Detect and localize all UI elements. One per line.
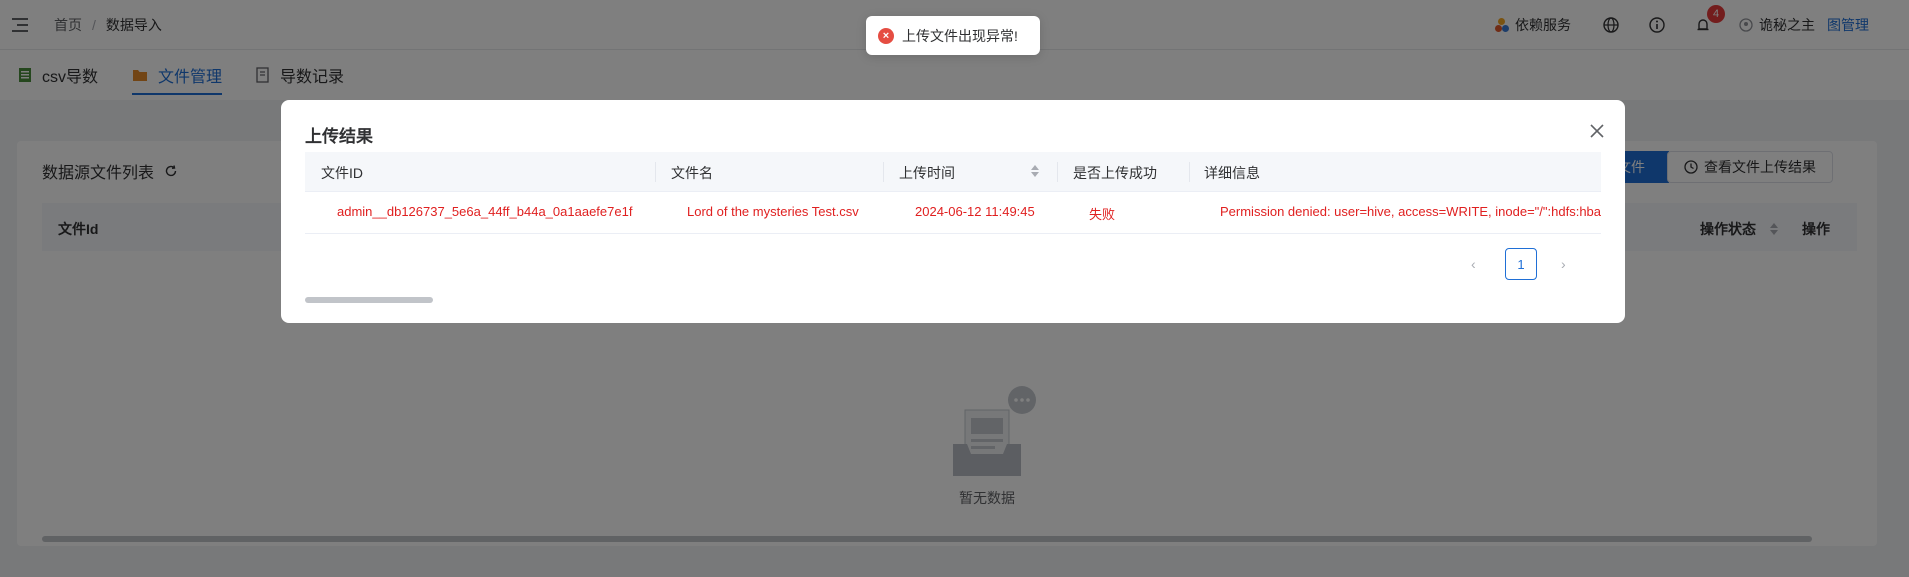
close-icon[interactable]: [1588, 122, 1606, 140]
dialog-title: 上传结果: [305, 127, 373, 146]
prev-page-icon[interactable]: ‹: [1471, 257, 1481, 271]
toast-message: 上传文件出现异常!: [902, 27, 1018, 44]
error-toast: × 上传文件出现异常!: [866, 16, 1040, 55]
sort-icon[interactable]: [1031, 165, 1039, 177]
upload-result-dialog: 上传结果 文件ID 文件名 上传时间 是否上传成功 详细信息 admin__db…: [281, 100, 1625, 323]
column-file-id: 文件ID: [321, 165, 363, 181]
page-number[interactable]: 1: [1505, 248, 1537, 280]
error-icon: ×: [878, 27, 894, 44]
cell-file-id: admin__db126737_5e6a_44ff_b44a_0a1aaefe7…: [337, 204, 633, 219]
upload-result-table: 文件ID 文件名 上传时间 是否上传成功 详细信息 admin__db12673…: [305, 152, 1601, 234]
cell-file-name: Lord of the mysteries Test.csv: [687, 204, 859, 219]
next-page-icon[interactable]: ›: [1561, 257, 1571, 271]
table-row[interactable]: admin__db126737_5e6a_44ff_b44a_0a1aaefe7…: [305, 192, 1601, 234]
dialog-horizontal-scrollbar[interactable]: [305, 297, 433, 303]
cell-detail: Permission denied: user=hive, access=WRI…: [1220, 204, 1601, 219]
cell-upload-time: 2024-06-12 11:49:45: [915, 204, 1035, 219]
cell-upload-success: 失败: [1089, 207, 1116, 222]
column-upload-success: 是否上传成功: [1073, 165, 1157, 181]
column-file-name: 文件名: [671, 165, 713, 181]
pagination: ‹ 1 ›: [1471, 248, 1571, 280]
column-detail: 详细信息: [1204, 165, 1260, 181]
column-upload-time[interactable]: 上传时间: [899, 163, 955, 183]
upload-result-table-header: 文件ID 文件名 上传时间 是否上传成功 详细信息: [305, 152, 1601, 192]
